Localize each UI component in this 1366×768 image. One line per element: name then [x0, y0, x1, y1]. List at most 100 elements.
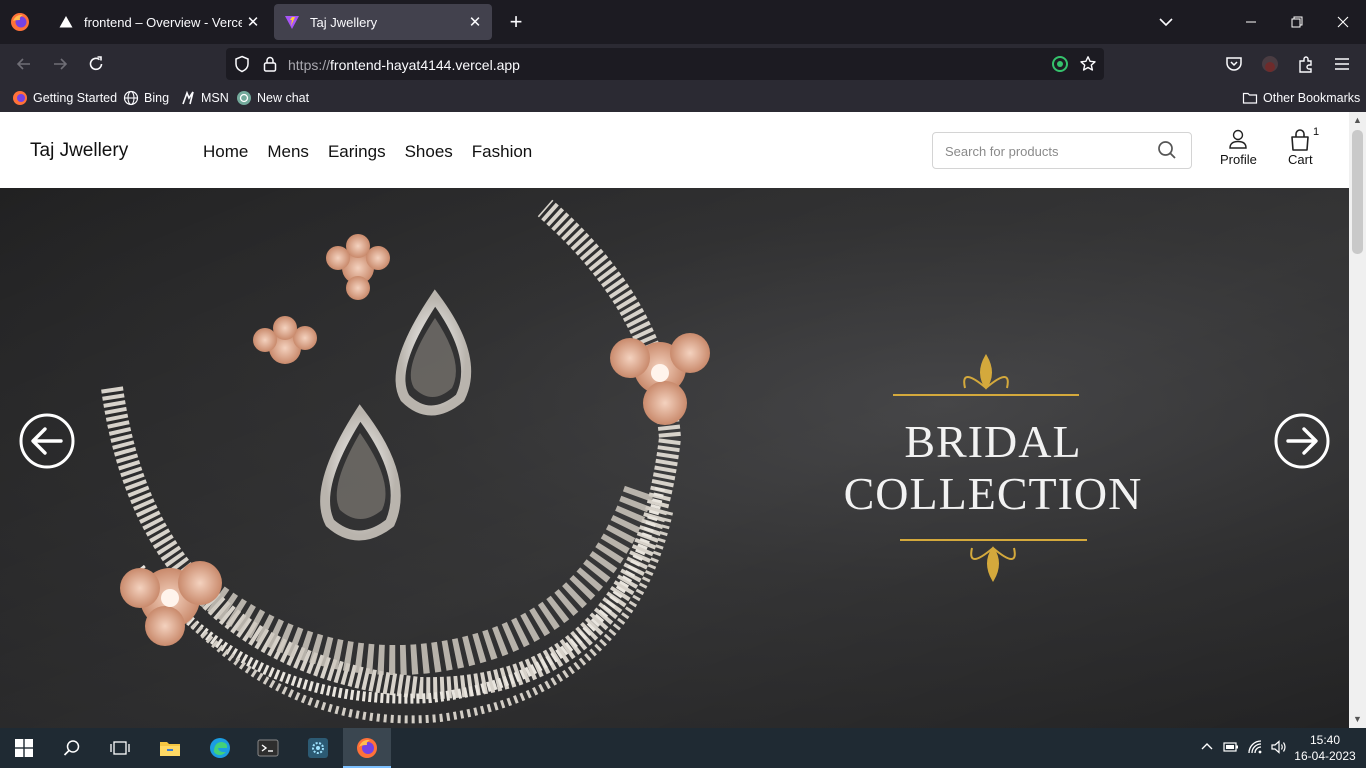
folder-icon [160, 742, 180, 756]
battery-icon[interactable] [1222, 738, 1240, 756]
search-input[interactable] [945, 141, 1145, 161]
other-bookmarks-folder[interactable]: Other Bookmarks [1242, 89, 1360, 107]
main-menu: Home Mens Earings Shoes Fashion [203, 142, 551, 162]
hero-carousel: BRIDAL COLLECTION [0, 188, 1349, 728]
extensions-puzzle-icon[interactable] [1296, 54, 1316, 74]
vercel-favicon-icon [59, 16, 73, 28]
site-header: Taj Jwellery Home Mens Earings Shoes Fas… [0, 112, 1349, 188]
forward-button[interactable] [48, 52, 72, 76]
terminal-button[interactable] [244, 728, 292, 768]
close-icon [1337, 16, 1349, 28]
tab-title: Taj Jwellery [310, 14, 378, 30]
bookmark-getting-started[interactable]: Getting Started [12, 89, 117, 107]
tab-vercel-overview[interactable]: frontend – Overview - Vercel ✕ [48, 4, 270, 40]
close-window-button[interactable] [1320, 0, 1366, 44]
menu-item-home[interactable]: Home [203, 142, 248, 162]
minimize-window-button[interactable] [1228, 0, 1274, 44]
search-icon [63, 740, 80, 756]
settings-app-button[interactable] [294, 728, 342, 768]
firefox-icon [13, 91, 27, 105]
gear-app-icon [308, 738, 328, 758]
hero-heading: BRIDAL COLLECTION [808, 416, 1178, 520]
start-button[interactable] [0, 728, 48, 768]
cart-button[interactable]: Cart [1288, 128, 1313, 167]
bookmark-msn[interactable]: MSN [180, 89, 229, 107]
carousel-next-arrow-icon[interactable] [1274, 413, 1330, 469]
url-host: frontend-hayat4144.vercel.app [330, 57, 520, 73]
edge-button[interactable] [196, 728, 244, 768]
firefox-taskbar-button[interactable] [343, 728, 391, 768]
wifi-icon[interactable] [1246, 738, 1264, 756]
windows-taskbar: 15:40 16-04-2023 [0, 728, 1366, 768]
globe-icon [123, 90, 139, 106]
vite-favicon-icon [285, 16, 299, 29]
terminal-icon [257, 739, 279, 757]
file-explorer-button[interactable] [146, 728, 194, 768]
menu-item-mens[interactable]: Mens [267, 142, 309, 162]
tab-title: frontend – Overview - Vercel [84, 14, 242, 30]
volume-icon[interactable] [1270, 738, 1288, 756]
other-bookmarks-label: Other Bookmarks [1263, 91, 1361, 105]
firefox-icon [357, 738, 377, 758]
taskbar-search-button[interactable] [48, 728, 96, 768]
back-button[interactable] [12, 52, 36, 76]
reload-button[interactable] [84, 52, 108, 76]
carousel-prev-arrow-icon[interactable] [19, 413, 75, 469]
close-tab-icon[interactable]: ✕ [242, 11, 264, 33]
firefox-menu-icon[interactable] [10, 12, 30, 32]
extension-ring-icon[interactable] [1051, 55, 1069, 73]
search-icon[interactable] [1157, 140, 1177, 160]
forward-arrow-icon [54, 58, 68, 70]
task-view-icon [110, 741, 130, 755]
hamburger-menu-icon[interactable] [1332, 54, 1352, 74]
chatgpt-icon [237, 91, 251, 105]
minimize-icon [1246, 21, 1256, 23]
url-scheme: https:// [288, 57, 331, 73]
page-scrollbar[interactable]: ▲ ▼ [1349, 112, 1366, 728]
restore-icon [1291, 16, 1303, 28]
menu-item-shoes[interactable]: Shoes [405, 142, 453, 162]
tracking-protection-shield-icon[interactable] [233, 55, 251, 73]
close-tab-icon[interactable]: ✕ [464, 11, 486, 33]
bookmark-new-chat[interactable]: New chat [236, 89, 309, 107]
bookmarks-toolbar: Getting Started Bing MSN New chat Other … [0, 84, 1366, 112]
lock-icon[interactable] [261, 55, 279, 73]
menu-item-fashion[interactable]: Fashion [472, 142, 532, 162]
tab-taj-jwellery[interactable]: Taj Jwellery ✕ [274, 4, 492, 40]
msn-butterfly-icon [182, 90, 194, 105]
system-clock[interactable]: 15:40 16-04-2023 [1292, 732, 1358, 764]
shopping-bag-icon [1291, 129, 1310, 151]
folder-icon [1242, 92, 1258, 104]
list-all-tabs-icon[interactable] [1154, 10, 1178, 34]
show-hidden-icons-chevron-icon[interactable] [1198, 738, 1216, 756]
url-text[interactable]: https://frontend-hayat4144.vercel.app [288, 57, 520, 73]
pocket-icon[interactable] [1224, 54, 1244, 74]
windows-logo-icon [15, 739, 33, 757]
account-avatar-icon[interactable] [1260, 54, 1280, 74]
hero-line-2: COLLECTION [843, 468, 1143, 519]
scroll-down-arrow-icon[interactable]: ▼ [1352, 714, 1363, 725]
scroll-up-arrow-icon[interactable]: ▲ [1352, 115, 1363, 126]
new-tab-button[interactable]: + [502, 8, 530, 36]
bookmark-bing[interactable]: Bing [123, 89, 169, 107]
url-bar[interactable]: https://frontend-hayat4144.vercel.app [226, 48, 1104, 80]
profile-button[interactable]: Profile [1220, 128, 1257, 167]
clock-time: 15:40 [1309, 733, 1341, 747]
clock-date: 16-04-2023 [1294, 749, 1356, 763]
cart-label: Cart [1288, 152, 1313, 167]
site-brand[interactable]: Taj Jwellery [30, 140, 128, 162]
bookmark-star-icon[interactable] [1079, 55, 1097, 73]
menu-item-earings[interactable]: Earings [328, 142, 386, 162]
bookmark-label: Bing [144, 91, 170, 105]
page-viewport: Taj Jwellery Home Mens Earings Shoes Fas… [0, 112, 1349, 728]
bookmark-label: MSN [201, 91, 229, 105]
restore-window-button[interactable] [1274, 0, 1320, 44]
profile-label: Profile [1220, 152, 1257, 167]
tab-strip: frontend – Overview - Vercel ✕ Taj Jwell… [0, 0, 1366, 44]
product-search-box [932, 132, 1192, 169]
hero-line-1: BRIDAL [904, 416, 1082, 467]
cart-count-badge: 1 [1313, 126, 1320, 138]
task-view-button[interactable] [96, 728, 144, 768]
scrollbar-thumb[interactable] [1352, 130, 1363, 254]
edge-browser-icon [210, 738, 230, 758]
